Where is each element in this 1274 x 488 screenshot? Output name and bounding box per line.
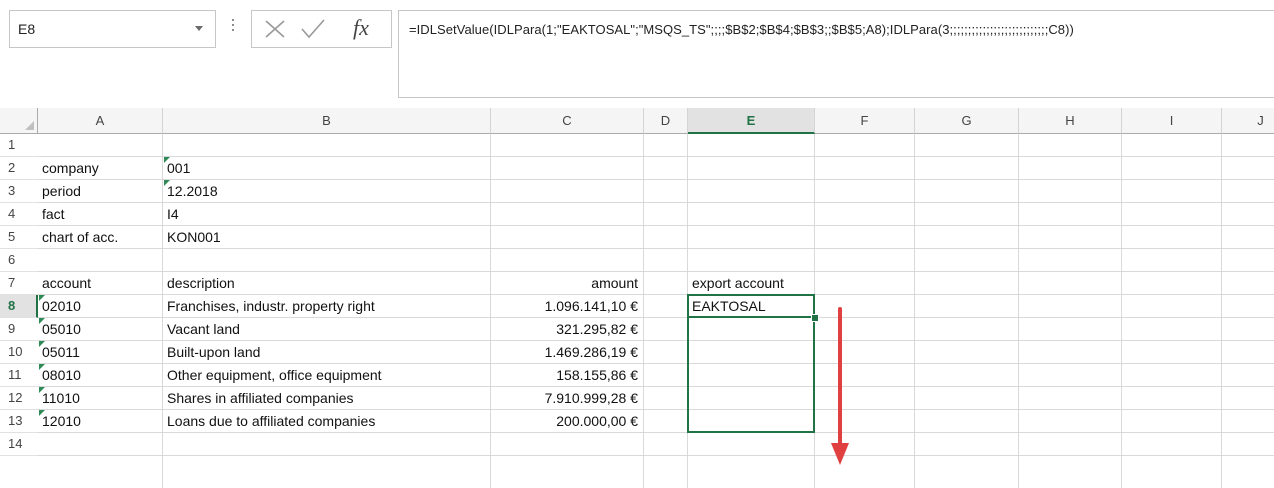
cell-e7[interactable]: export account bbox=[688, 272, 815, 295]
cell-a8[interactable]: 02010 bbox=[38, 295, 163, 318]
row-header-10[interactable]: 10 bbox=[0, 341, 38, 364]
row-header-4[interactable]: 4 bbox=[0, 203, 38, 226]
cell-b8[interactable]: Franchises, industr. property right bbox=[163, 295, 491, 318]
cell-b3[interactable]: 12.2018 bbox=[163, 180, 491, 203]
cell-c7[interactable]: amount bbox=[491, 272, 644, 295]
fill-handle[interactable] bbox=[811, 314, 819, 322]
cell-c12[interactable]: 7.910.999,28 € bbox=[491, 387, 644, 410]
column-header-e[interactable]: E bbox=[688, 108, 815, 134]
column-header-i[interactable]: I bbox=[1122, 108, 1222, 134]
column-header-a[interactable]: A bbox=[38, 108, 163, 134]
cell-b5[interactable]: KON001 bbox=[163, 226, 491, 249]
cell-c9[interactable]: 321.295,82 € bbox=[491, 318, 644, 341]
row-header-1[interactable]: 1 bbox=[0, 134, 38, 157]
column-header-j[interactable]: J bbox=[1222, 108, 1274, 134]
row-header-5[interactable]: 5 bbox=[0, 226, 38, 249]
cell-b13[interactable]: Loans due to affiliated companies bbox=[163, 410, 491, 433]
cell-c13[interactable]: 200.000,00 € bbox=[491, 410, 644, 433]
cell-b9[interactable]: Vacant land bbox=[163, 318, 491, 341]
formula-buttons: fx bbox=[251, 10, 392, 48]
cell-b10[interactable]: Built-upon land bbox=[163, 341, 491, 364]
vertical-dots-icon[interactable] bbox=[232, 19, 234, 35]
grid-vline bbox=[1221, 134, 1222, 488]
cell-a9[interactable]: 05010 bbox=[38, 318, 163, 341]
down-arrow-annotation bbox=[831, 307, 849, 465]
cell-a13[interactable]: 12010 bbox=[38, 410, 163, 433]
active-cell-outline bbox=[688, 295, 814, 318]
column-header-h[interactable]: H bbox=[1019, 108, 1122, 134]
row-header-13[interactable]: 13 bbox=[0, 410, 38, 433]
cell-a10[interactable]: 05011 bbox=[38, 341, 163, 364]
cell-a4[interactable]: fact bbox=[38, 203, 163, 226]
cell-c10[interactable]: 1.469.286,19 € bbox=[491, 341, 644, 364]
row-header-3[interactable]: 3 bbox=[0, 180, 38, 203]
row-header-14[interactable]: 14 bbox=[0, 433, 38, 456]
cell-b12[interactable]: Shares in affiliated companies bbox=[163, 387, 491, 410]
formula-icons bbox=[265, 19, 325, 39]
grid-vline bbox=[1121, 134, 1122, 488]
cell-a2[interactable]: company bbox=[38, 157, 163, 180]
formula-bar-area: E8 fx =IDLSetValue(IDLPara(1;"EAKTOSAL";… bbox=[0, 0, 1274, 108]
grid-vline bbox=[1018, 134, 1019, 488]
formula-text: =IDLSetValue(IDLPara(1;"EAKTOSAL";"MSQS_… bbox=[409, 22, 1074, 37]
column-header-d[interactable]: D bbox=[644, 108, 688, 134]
insert-function-button[interactable]: fx bbox=[353, 15, 369, 41]
row-header-6[interactable]: 6 bbox=[0, 249, 38, 272]
cell-c11[interactable]: 158.155,86 € bbox=[491, 364, 644, 387]
checkmark-icon[interactable] bbox=[301, 19, 325, 39]
name-box[interactable]: E8 bbox=[9, 10, 216, 48]
cell-a3[interactable]: period bbox=[38, 180, 163, 203]
cell-b11[interactable]: Other equipment, office equipment bbox=[163, 364, 491, 387]
row-header-8[interactable]: 8 bbox=[0, 295, 38, 318]
cell-c8[interactable]: 1.096.141,10 € bbox=[491, 295, 644, 318]
row-header-2[interactable]: 2 bbox=[0, 157, 38, 180]
cell-a12[interactable]: 11010 bbox=[38, 387, 163, 410]
column-header-b[interactable]: B bbox=[163, 108, 491, 134]
row-header-7[interactable]: 7 bbox=[0, 272, 38, 295]
chevron-down-icon[interactable] bbox=[195, 26, 203, 31]
formula-input[interactable]: =IDLSetValue(IDLPara(1;"EAKTOSAL";"MSQS_… bbox=[398, 10, 1274, 98]
cell-b2[interactable]: 001 bbox=[163, 157, 491, 180]
row-header-12[interactable]: 12 bbox=[0, 387, 38, 410]
cell-a11[interactable]: 08010 bbox=[38, 364, 163, 387]
column-header-f[interactable]: F bbox=[815, 108, 915, 134]
name-box-value: E8 bbox=[18, 21, 36, 37]
spreadsheet-grid[interactable]: A B C D E F G H I J 1 2 company 001 3 period 12.2018 4 fac… bbox=[0, 108, 1274, 488]
column-header-c[interactable]: C bbox=[491, 108, 644, 134]
cell-b4[interactable]: I4 bbox=[163, 203, 491, 226]
row-header-11[interactable]: 11 bbox=[0, 364, 38, 387]
cross-icon[interactable] bbox=[265, 20, 285, 38]
grid-vline bbox=[914, 134, 915, 488]
cell-a5[interactable]: chart of acc. bbox=[38, 226, 163, 249]
cell-b7[interactable]: description bbox=[163, 272, 491, 295]
column-header-g[interactable]: G bbox=[915, 108, 1019, 134]
row-header-9[interactable]: 9 bbox=[0, 318, 38, 341]
grid-hline bbox=[38, 455, 1274, 456]
cell-a7[interactable]: account bbox=[38, 272, 163, 295]
select-all-corner[interactable] bbox=[0, 108, 38, 134]
